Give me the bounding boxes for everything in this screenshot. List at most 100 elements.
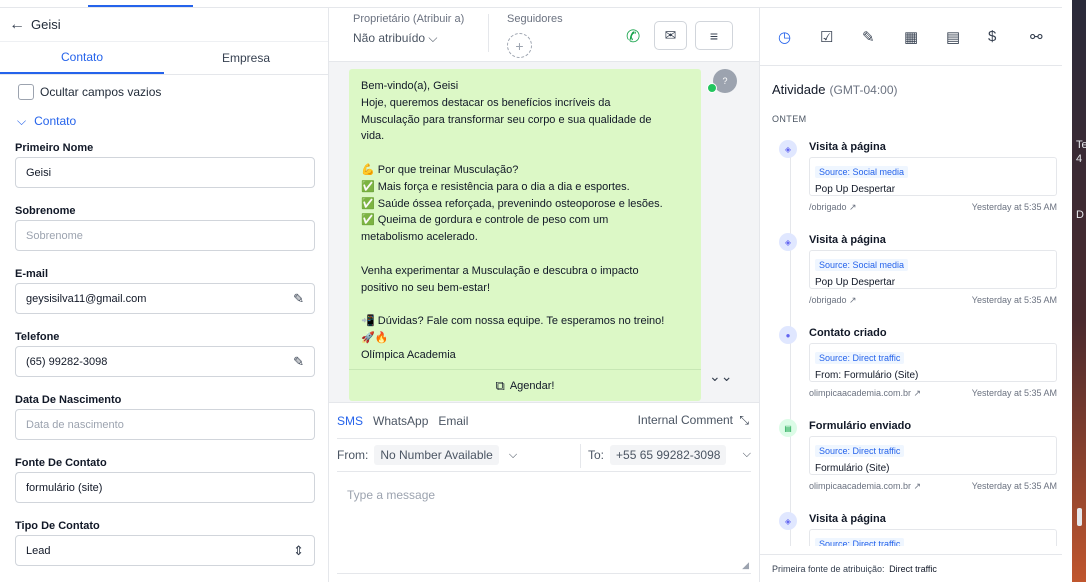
- contact-source-input[interactable]: formulário (site): [15, 472, 315, 503]
- contact-name: Geisi: [31, 17, 61, 32]
- compose-tabs: SMS WhatsApp Email Internal Comment ⤡: [329, 402, 759, 438]
- activity-title: Atividade (GMT-04:00): [772, 82, 898, 97]
- event-title: Formulário enviado: [809, 420, 912, 432]
- conversation-panel: Proprietário (Atribuir a) Não atribuído …: [329, 8, 759, 582]
- field-first-name: Primeiro Nome Geisi: [0, 139, 328, 188]
- page-visit-icon: ◈: [779, 140, 797, 158]
- internal-comment-tab[interactable]: Internal Comment: [638, 413, 733, 427]
- scroll-down-icon[interactable]: ⌄⌄: [709, 368, 732, 385]
- event-content: Pop Up Despertar: [815, 277, 896, 288]
- activity-title-text: Atividade: [772, 82, 826, 97]
- footer-label: Primeira fonte de atribuição:: [772, 564, 885, 574]
- back-arrow-icon[interactable]: ←: [9, 16, 31, 34]
- from-to-divider: [580, 444, 581, 468]
- dollar-icon[interactable]: $: [988, 28, 1030, 45]
- filter-button[interactable]: ≡: [695, 21, 733, 50]
- page-visit-icon: ◈: [779, 512, 797, 530]
- field-placeholder: Data de nascimento: [26, 418, 124, 431]
- field-contact-source: Fonte De Contato formulário (site): [0, 454, 328, 503]
- field-value: geysisilva11@gmail.com: [26, 292, 147, 305]
- owner-selector[interactable]: Proprietário (Atribuir a) Não atribuído …: [353, 13, 464, 46]
- field-value: Lead: [26, 544, 51, 557]
- agendar-label: Agendar!: [509, 379, 555, 392]
- event-content: Pop Up Despertar: [815, 184, 896, 195]
- tab-contato[interactable]: Contato: [0, 42, 164, 74]
- source-badge: Source: Direct traffic: [815, 538, 905, 546]
- event-link[interactable]: /obrigado ↗: [809, 202, 857, 213]
- source-badge: Source: Direct traffic: [815, 445, 905, 457]
- email-input[interactable]: geysisilva11@gmail.com ✎: [15, 283, 315, 314]
- phone-input[interactable]: (65) 99282-3098 ✎: [15, 346, 315, 377]
- from-number-select[interactable]: No Number Available: [374, 445, 499, 465]
- document-icon[interactable]: ▤: [946, 28, 988, 46]
- gap: [1062, 0, 1072, 582]
- source-badge: Source: Social media: [815, 166, 909, 178]
- tab-email[interactable]: Email: [438, 414, 468, 428]
- event-content: From: Formulário (Site): [815, 370, 919, 381]
- message-input[interactable]: Type a message ◢: [337, 474, 751, 574]
- event-time: Yesterday at 5:35 AM: [971, 388, 1057, 398]
- user-icon: ●: [779, 326, 797, 344]
- collapse-icon[interactable]: ⤡: [739, 413, 749, 428]
- chevron-down-icon[interactable]: ⌵: [743, 448, 751, 461]
- field-value: formulário (site): [26, 481, 103, 494]
- birthdate-input[interactable]: Data de nascimento: [15, 409, 315, 440]
- message-text: Bem-vindo(a), Geisi Hoje, queremos desta…: [361, 80, 665, 361]
- task-check-icon[interactable]: ☑: [820, 28, 862, 46]
- contact-header: ← Geisi: [0, 8, 328, 42]
- event-link[interactable]: olimpicaacademia.com.br ↗: [809, 481, 921, 492]
- source-badge: Source: Social media: [815, 259, 909, 271]
- page-visit-icon: ◈: [779, 233, 797, 251]
- hide-empty-label: Ocultar campos vazios: [40, 85, 162, 99]
- agendar-button[interactable]: ⧉ Agendar!: [349, 369, 701, 401]
- field-birthdate: Data De Nascimento Data de nascimento: [0, 391, 328, 440]
- event-title: Visita à página: [809, 234, 886, 246]
- field-phone: Telefone (65) 99282-3098 ✎: [0, 328, 328, 377]
- chevron-down-icon[interactable]: ⌵: [509, 449, 517, 462]
- source-badge: Source: Direct traffic: [815, 352, 905, 364]
- hide-empty-checkbox[interactable]: [18, 84, 34, 100]
- calendar-icon[interactable]: ▦: [904, 28, 946, 46]
- whatsapp-icon: [707, 83, 717, 93]
- event-link[interactable]: /obrigado ↗: [809, 295, 857, 306]
- plus-icon: +: [515, 37, 524, 54]
- scrollbar-thumb[interactable]: [1077, 508, 1082, 526]
- event-card: Source: Social media Pop Up Despertar: [809, 250, 1057, 289]
- field-label: E-mail: [15, 268, 49, 280]
- field-label: Telefone: [15, 331, 60, 343]
- event-link[interactable]: olimpicaacademia.com.br ↗: [809, 388, 921, 399]
- to-number-select[interactable]: +55 65 99282-3098: [610, 445, 727, 465]
- contact-type-select[interactable]: Lead ⇕: [15, 535, 315, 566]
- pencil-icon[interactable]: ✎: [293, 291, 304, 307]
- owner-value-row: Não atribuído ⌵: [353, 31, 464, 46]
- chevron-down-icon: ⌵: [428, 31, 438, 45]
- activity-panel: ◷ ☑ ✎ ▦ ▤ $ ⚯ Atividade (GMT-04:00) ONTEM…: [759, 8, 1073, 582]
- add-follower-button[interactable]: +: [507, 33, 532, 58]
- contact-panel: ← Geisi Contato Empresa Ocultar campos v…: [0, 8, 329, 582]
- field-placeholder: Sobrenome: [26, 229, 83, 242]
- field-contact-type: Tipo De Contato Lead ⇕: [0, 517, 328, 566]
- activity-clock-icon[interactable]: ◷: [778, 28, 820, 46]
- field-label: Primeiro Nome: [15, 142, 94, 154]
- tab-sms[interactable]: SMS: [337, 414, 363, 428]
- pencil-icon[interactable]: ✎: [293, 354, 304, 370]
- tab-empresa[interactable]: Empresa: [164, 42, 328, 74]
- resize-grip-icon[interactable]: ◢: [742, 560, 749, 571]
- first-name-input[interactable]: Geisi: [15, 157, 315, 188]
- app-window: ← Geisi Contato Empresa Ocultar campos v…: [0, 0, 1086, 582]
- email-button[interactable]: ✉: [654, 21, 687, 50]
- owner-label: Proprietário (Atribuir a): [353, 13, 465, 25]
- last-name-input[interactable]: Sobrenome: [15, 220, 315, 251]
- field-label: Data De Nascimento: [15, 394, 122, 406]
- note-pen-icon[interactable]: ✎: [862, 28, 904, 46]
- event-card: Source: Direct traffic Formulário (Site): [809, 436, 1057, 475]
- chevron-down-icon: ⌵: [17, 113, 27, 128]
- activity-iconbar: ◷ ☑ ✎ ▦ ▤ $ ⚯: [760, 8, 1072, 66]
- event-card: Source: Direct traffic: [809, 529, 1057, 546]
- phone-icon[interactable]: ✆: [626, 27, 640, 47]
- section-contato-toggle[interactable]: ⌵ Contato: [0, 109, 328, 133]
- field-label: Fonte De Contato: [15, 457, 107, 469]
- message-placeholder: Type a message: [347, 488, 436, 502]
- tab-whatsapp[interactable]: WhatsApp: [373, 414, 428, 428]
- toolbar-divider: [488, 14, 489, 52]
